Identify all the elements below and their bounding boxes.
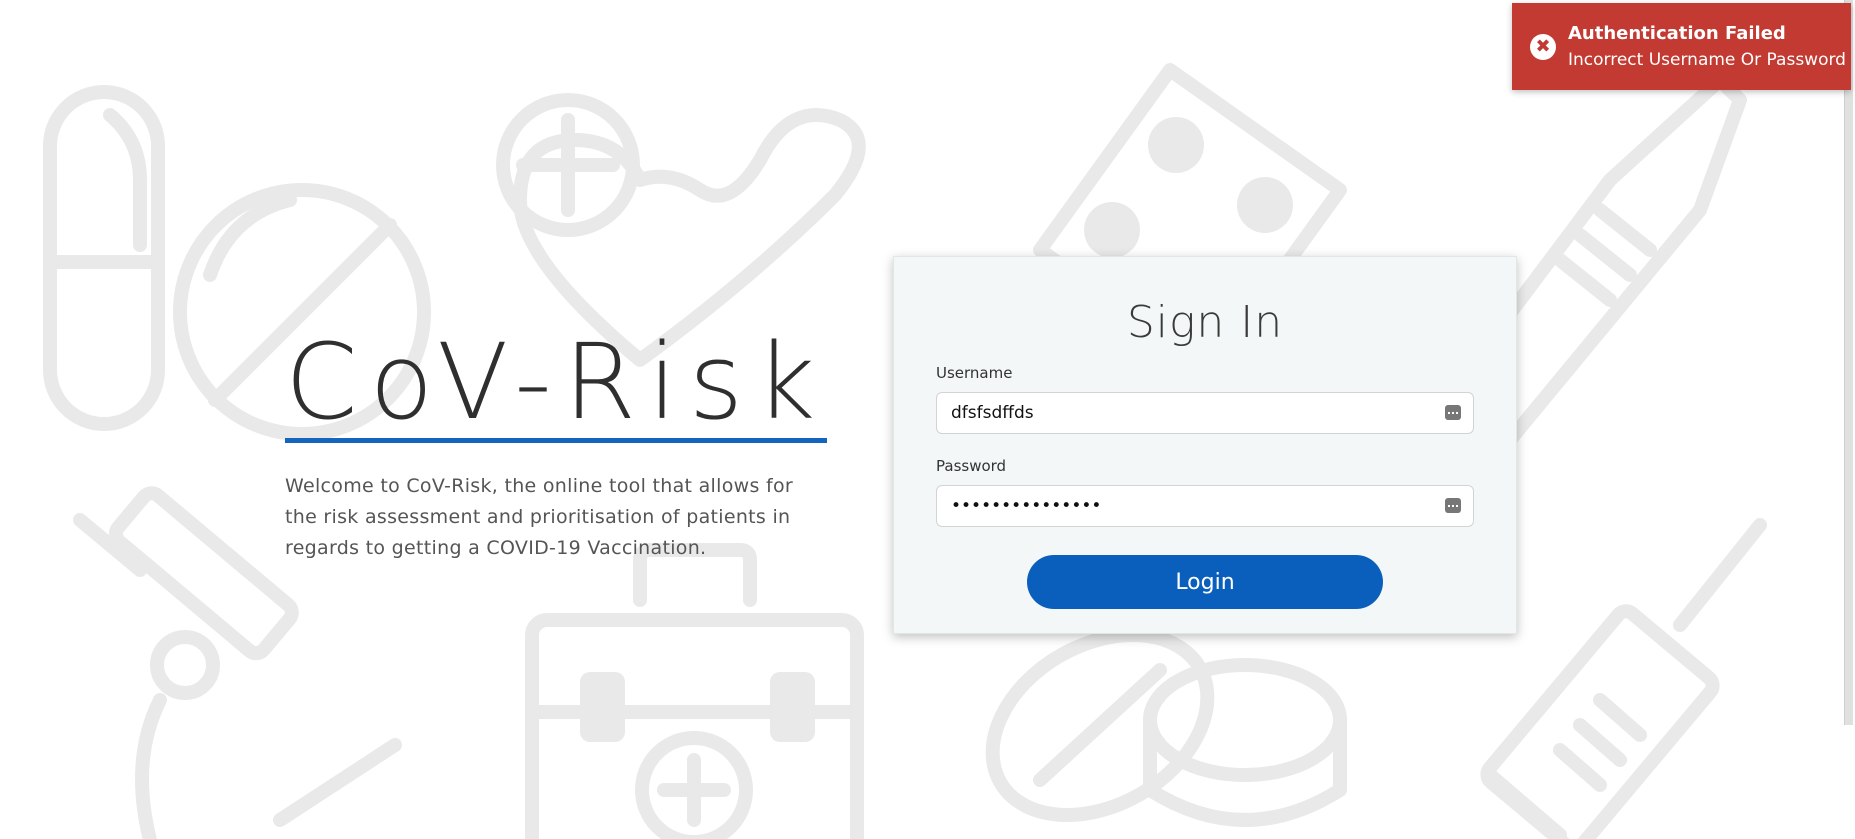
first-aid-kit-icon (525, 543, 864, 839)
pills-icon (985, 627, 1347, 827)
capsule-icon (43, 85, 165, 431)
toast-message: Incorrect Username Or Password (1568, 50, 1846, 70)
password-manager-key-icon[interactable] (1445, 405, 1461, 420)
username-input[interactable] (951, 393, 1431, 433)
error-x-icon: ✖ (1530, 34, 1556, 60)
sign-in-card: Sign In Username Password Login (893, 256, 1517, 634)
password-input[interactable] (951, 486, 1431, 526)
password-manager-key-icon[interactable] (1445, 498, 1461, 513)
brand-title: CoV-Risk (285, 321, 828, 443)
error-toast[interactable]: ✖ Authentication Failed Incorrect Userna… (1512, 3, 1851, 90)
username-label: Username (936, 364, 1013, 382)
username-field-container (936, 392, 1474, 434)
brand-section: CoV-Risk Welcome to CoV-Risk, the online… (285, 330, 845, 564)
brand-description: Welcome to CoV-Risk, the online tool tha… (285, 475, 794, 559)
page-scrollbar[interactable] (1843, 0, 1855, 839)
login-button[interactable]: Login (1027, 555, 1383, 609)
toast-title: Authentication Failed (1568, 23, 1786, 44)
password-field-container (936, 485, 1474, 527)
scrollbar-thumb[interactable] (1844, 0, 1853, 725)
login-page: CoV-Risk Welcome to CoV-Risk, the online… (0, 0, 1855, 839)
password-label: Password (936, 457, 1007, 475)
sign-in-title: Sign In (1126, 297, 1284, 348)
syringe-icon (1480, 518, 1767, 839)
